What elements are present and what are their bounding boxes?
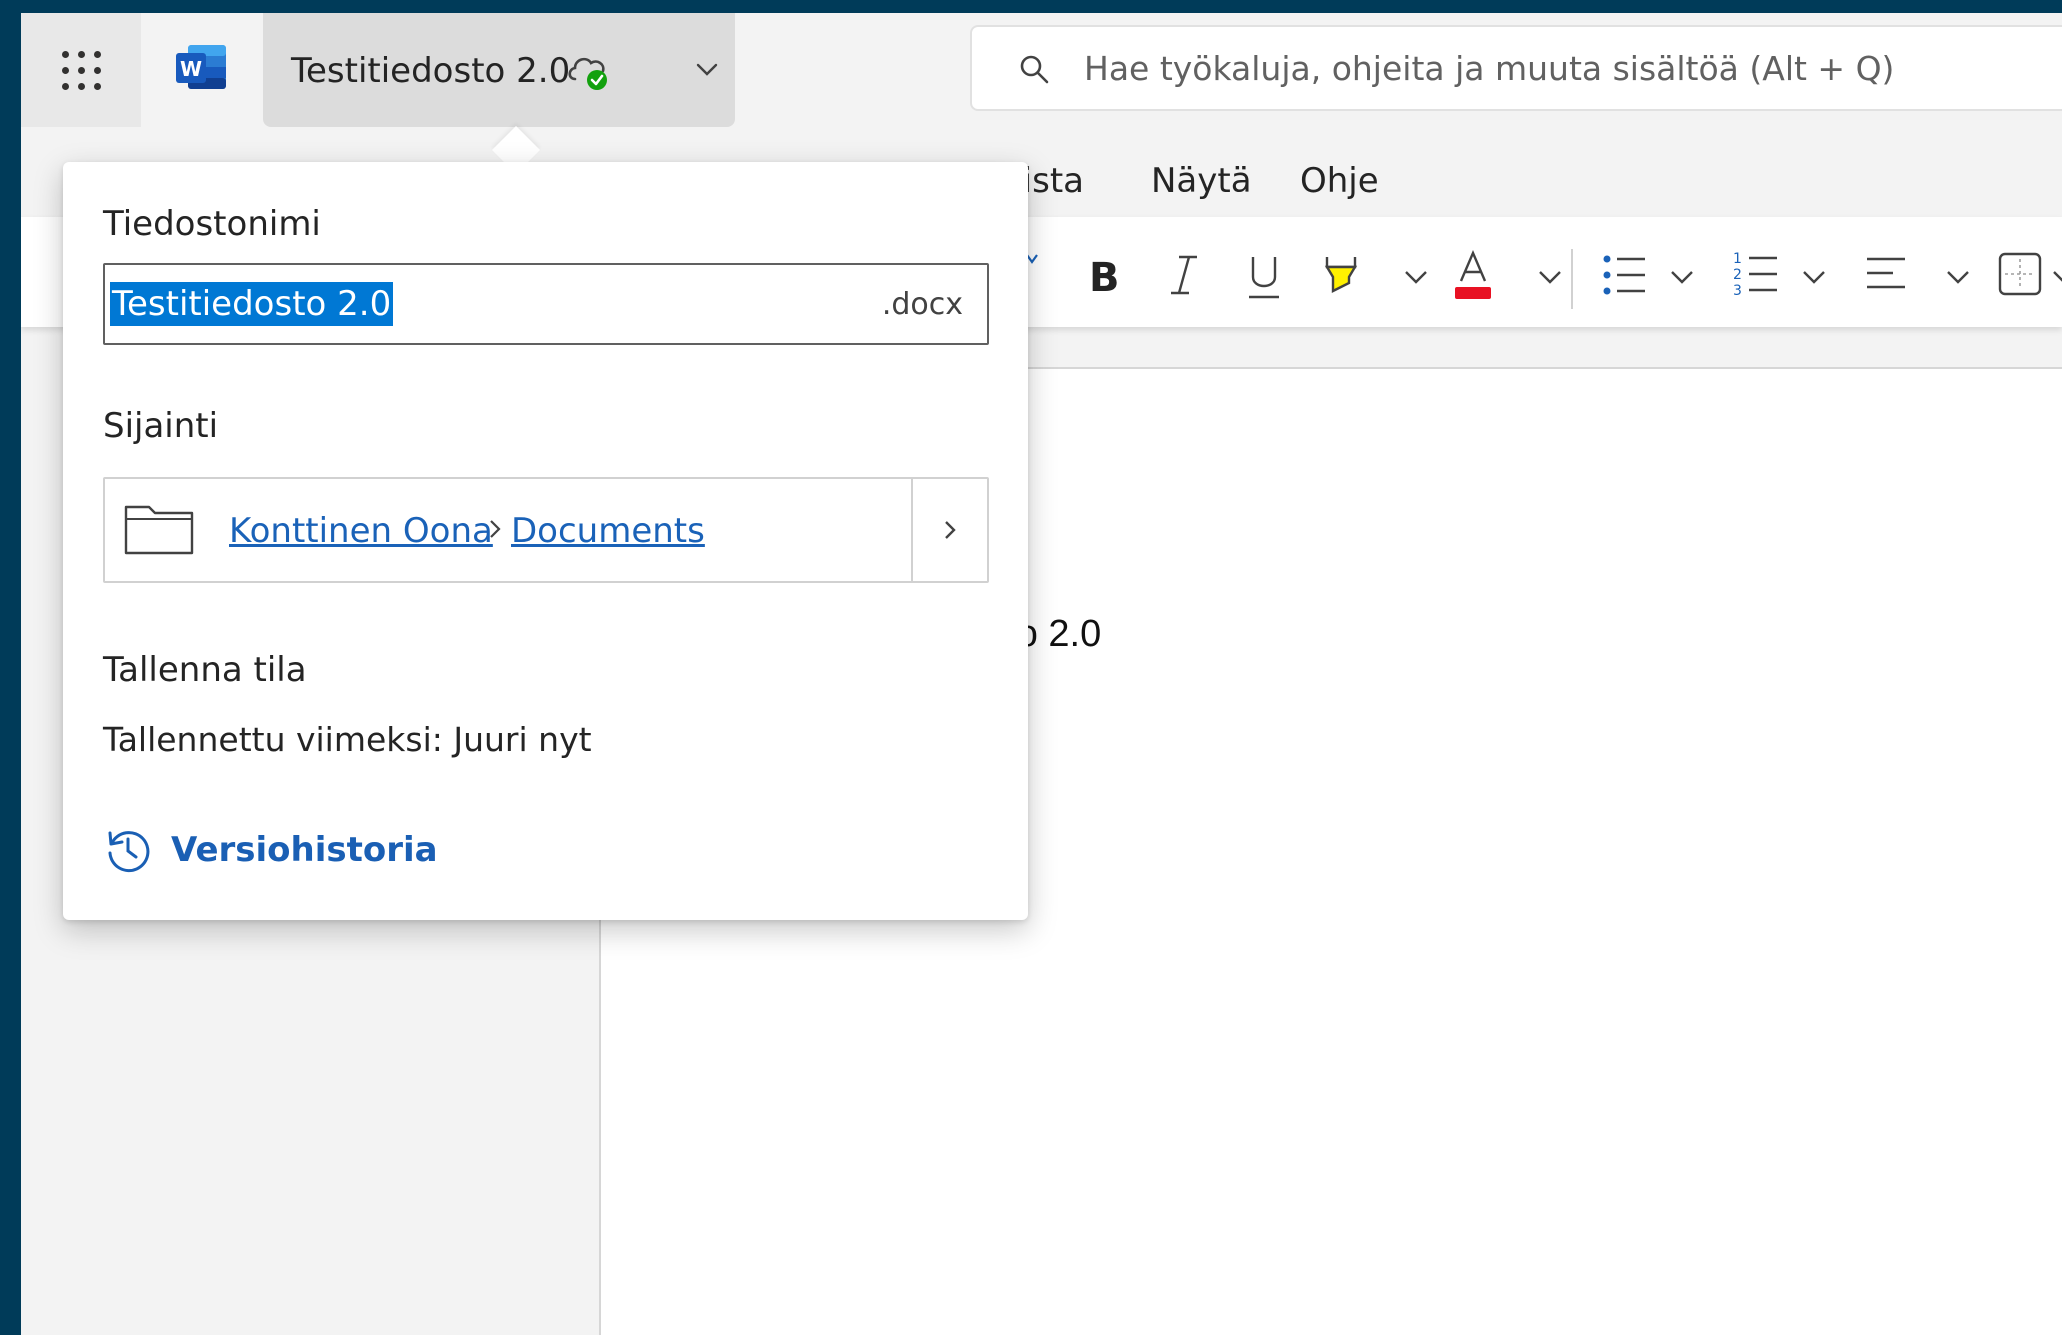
search-placeholder: Hae työkaluja, ohjeita ja muuta sisältöä… xyxy=(1084,49,1895,88)
app-launcher-button[interactable] xyxy=(21,13,141,127)
tab-help[interactable]: Ohje xyxy=(1300,161,1379,201)
cloud-saved-icon xyxy=(568,57,607,90)
search-box[interactable]: Hae työkaluja, ohjeita ja muuta sisältöä… xyxy=(970,25,2062,111)
toolbar-divider xyxy=(1571,249,1573,309)
title-bar: W Testitiedosto 2.0 Hae työkaluja, ohjei… xyxy=(21,13,2062,127)
svg-text:W: W xyxy=(180,57,202,81)
file-info-popover: Tiedostonimi Testitiedosto 2.0 .docx Sij… xyxy=(63,162,1028,920)
italic-icon[interactable] xyxy=(1163,251,1205,299)
folder-icon xyxy=(124,505,194,555)
tab-view[interactable]: Näytä xyxy=(1151,161,1252,201)
chevron-down-icon[interactable] xyxy=(1537,267,1563,287)
change-location-button[interactable] xyxy=(911,479,987,581)
file-extension: .docx xyxy=(881,287,963,322)
svg-text:3: 3 xyxy=(1733,283,1742,299)
location-link-owner[interactable]: Konttinen Oona xyxy=(229,511,493,551)
word-logo-icon[interactable]: W xyxy=(174,39,230,95)
chevron-down-icon[interactable] xyxy=(1669,267,1695,287)
bullets-icon[interactable] xyxy=(1601,251,1649,299)
waffle-icon xyxy=(61,50,101,90)
word-app-window: W Testitiedosto 2.0 Hae työkaluja, ohjei… xyxy=(21,13,2062,1335)
chevron-right-icon xyxy=(945,521,956,539)
document-title: Testitiedosto 2.0 xyxy=(291,51,571,91)
align-left-icon[interactable] xyxy=(1863,253,1909,297)
chevron-right-icon xyxy=(490,520,501,538)
filename-field[interactable]: Testitiedosto 2.0 .docx xyxy=(103,263,989,345)
document-title-button[interactable]: Testitiedosto 2.0 xyxy=(263,13,735,127)
location-box: Konttinen Oona Documents xyxy=(103,477,989,583)
last-saved-text: Tallennettu viimeksi: Juuri nyt xyxy=(103,720,592,759)
filename-label: Tiedostonimi xyxy=(103,204,321,244)
underline-icon[interactable] xyxy=(1243,251,1285,301)
svg-text:2: 2 xyxy=(1733,267,1742,283)
borders-icon[interactable] xyxy=(1997,251,2043,297)
save-state-label: Tallenna tila xyxy=(103,650,307,690)
chevron-down-icon[interactable] xyxy=(1945,267,1971,287)
version-history-link[interactable]: Versiohistoria xyxy=(103,822,438,878)
chevron-down-icon[interactable] xyxy=(1801,267,1827,287)
filename-selected-text: Testitiedosto 2.0 xyxy=(110,282,394,326)
svg-text:1: 1 xyxy=(1733,251,1742,267)
chevron-down-icon[interactable] xyxy=(2051,267,2062,287)
search-icon xyxy=(1020,55,1049,84)
location-link-documents[interactable]: Documents xyxy=(511,511,705,551)
location-label: Sijainti xyxy=(103,406,219,446)
history-icon xyxy=(108,831,150,873)
highlight-icon[interactable] xyxy=(1319,251,1363,301)
font-color-icon[interactable] xyxy=(1451,247,1495,301)
numbering-icon[interactable]: 1 2 3 xyxy=(1731,247,1781,299)
svg-text:B: B xyxy=(1089,255,1120,299)
chevron-down-icon xyxy=(696,63,718,76)
version-history-label: Versiohistoria xyxy=(171,830,438,870)
chevron-down-icon[interactable] xyxy=(1403,267,1429,287)
bold-icon[interactable]: B xyxy=(1083,251,1125,299)
